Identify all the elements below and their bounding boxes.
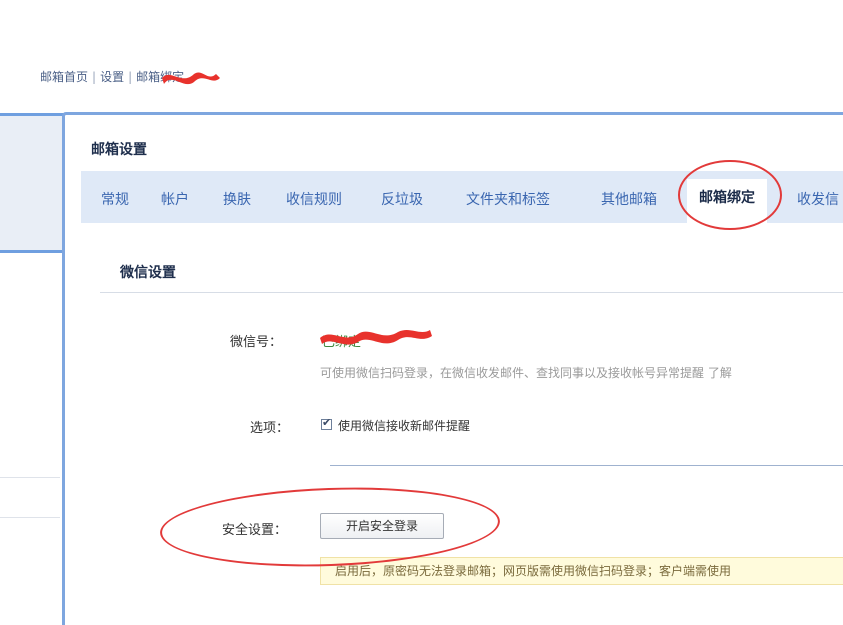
tab-folders-labels[interactable]: 文件夹和标签 [466, 189, 550, 209]
tab-other-mailboxes[interactable]: 其他邮箱 [601, 189, 657, 209]
options-divider [330, 465, 843, 466]
security-notice: 启用后，原密码无法登录邮箱；网页版需使用微信扫码登录；客户端需使用 [320, 557, 843, 585]
wechat-notify-option-text: 使用微信接收新邮件提醒 [338, 419, 471, 433]
wechat-account-description: 可使用微信扫码登录，在微信收发邮件、查找同事以及接收帐号异常提醒 了解 [320, 366, 732, 380]
redaction-scribble [320, 330, 432, 345]
tab-receive-rules[interactable]: 收信规则 [286, 189, 342, 209]
options-label: 选项： [250, 421, 290, 436]
section-divider [100, 292, 843, 293]
tab-account[interactable]: 帐户 [161, 189, 189, 209]
wechat-notify-checkbox[interactable] [321, 416, 332, 430]
annotation-circle-tab [678, 160, 782, 230]
tab-general[interactable]: 常规 [101, 189, 129, 209]
redaction-scribble [162, 72, 220, 85]
divider [0, 517, 60, 518]
tab-skin[interactable]: 换肤 [223, 189, 251, 209]
wechat-account-label: 微信号： [230, 335, 283, 350]
tab-anti-spam[interactable]: 反垃圾 [381, 189, 423, 209]
screenshot-root: 邮箱首页 | 设置 | 邮箱绑定 邮箱设置 常规 帐户 换肤 收信规则 反垃圾 文件夹和… [0, 0, 843, 625]
section-title: 微信设置 [120, 265, 176, 281]
tab-send-receive[interactable]: 收发信 [797, 189, 839, 209]
panel-title: 邮箱设置 [91, 142, 147, 158]
breadcrumb-home-link[interactable]: 邮箱首页 [40, 70, 88, 84]
divider [0, 477, 60, 478]
breadcrumb-settings-link[interactable]: 设置 [100, 70, 124, 84]
left-sidebar-frame [0, 113, 64, 253]
breadcrumb-separator: | [92, 70, 97, 84]
breadcrumb-separator: | [128, 70, 133, 84]
